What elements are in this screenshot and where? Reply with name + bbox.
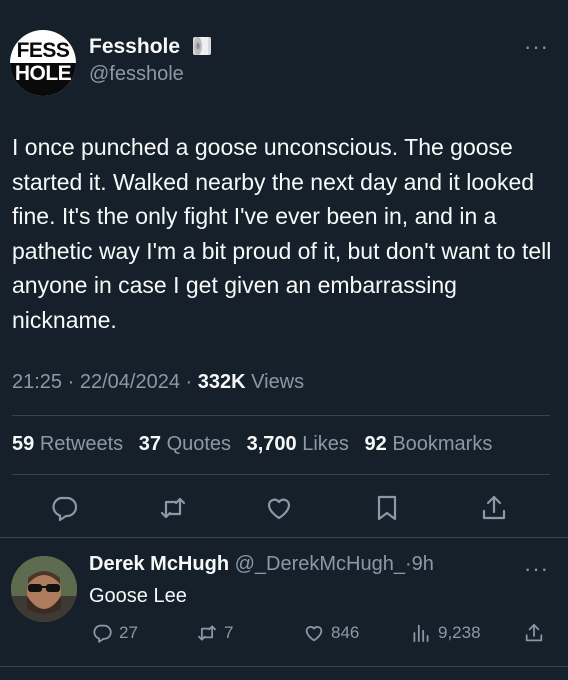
tweet-text: I once punched a goose unconscious. The … — [12, 134, 552, 333]
avatar-text-top: FESS — [16, 39, 70, 62]
meta-separator: · — [185, 371, 193, 393]
author-avatar[interactable]: FESS HOLE — [10, 30, 76, 96]
reply-share-button[interactable] — [523, 622, 545, 644]
reply-retweets-button[interactable]: 7 — [196, 622, 233, 644]
share-icon — [525, 624, 543, 642]
divider — [0, 666, 568, 667]
meta-separator: · — [67, 371, 75, 393]
bookmarks-count: 92 — [364, 433, 387, 455]
likes-label: Likes — [302, 433, 349, 455]
divider — [0, 537, 568, 538]
engagement-stats: 59 Retweets 37 Quotes 3,700 Likes 92 Boo… — [12, 433, 492, 456]
reply-separator: · — [404, 553, 412, 575]
toilet-roll-icon — [190, 34, 214, 58]
likes-count: 3,700 — [246, 433, 297, 455]
like-icon[interactable] — [264, 493, 294, 523]
share-icon[interactable] — [479, 493, 509, 523]
quotes-stat[interactable]: 37 Quotes — [139, 433, 231, 455]
reply-likes-count: 846 — [331, 623, 360, 642]
retweets-count: 59 — [12, 433, 35, 455]
reply-text: Goose Lee — [89, 585, 187, 607]
reply-header: Derek McHugh @_DerekMcHugh_·9h — [89, 553, 434, 576]
tweet-time[interactable]: 21:25 — [12, 371, 62, 393]
quotes-count: 37 — [138, 433, 161, 455]
divider — [12, 415, 550, 416]
retweets-label: Retweets — [39, 433, 124, 455]
bookmark-icon[interactable] — [372, 493, 402, 523]
retweet-icon — [198, 625, 216, 641]
author-name[interactable]: Fesshole — [89, 35, 180, 59]
quotes-label: Quotes — [166, 433, 232, 455]
reply-retweets-count: 7 — [224, 623, 234, 642]
more-options-icon[interactable]: ··· — [524, 34, 549, 60]
reply-author-name[interactable]: Derek McHugh — [89, 553, 229, 575]
bookmarks-label: Bookmarks — [392, 433, 493, 455]
reply-author-handle[interactable]: @_DerekMcHugh_ — [235, 553, 405, 575]
reply-replies-button[interactable]: 27 — [91, 622, 138, 644]
like-icon — [305, 626, 323, 642]
author-handle[interactable]: @fesshole — [89, 63, 184, 86]
bookmarks-stat[interactable]: 92 Bookmarks — [365, 433, 493, 455]
reply-views-button[interactable]: 9,238 — [410, 622, 481, 644]
reply-views-count: 9,238 — [438, 623, 481, 642]
tweet-meta: 21:25 · 22/04/2024 · 332K Views — [12, 371, 304, 394]
retweets-stat[interactable]: 59 Retweets — [12, 433, 123, 455]
reply-icon[interactable] — [49, 493, 79, 523]
reply-likes-button[interactable]: 846 — [303, 622, 359, 644]
reply-more-options-icon[interactable]: ··· — [524, 556, 549, 582]
reply-avatar[interactable] — [11, 556, 77, 622]
reply-age[interactable]: 9h — [412, 553, 434, 575]
views-label: Views — [251, 371, 305, 393]
avatar-text-bottom: HOLE — [14, 62, 72, 85]
reply-replies-count: 27 — [119, 623, 138, 642]
likes-stat[interactable]: 3,700 Likes — [247, 433, 349, 455]
divider — [12, 474, 550, 475]
retweet-icon[interactable] — [158, 493, 188, 523]
tweet-date[interactable]: 22/04/2024 — [80, 371, 180, 393]
views-count: 332K — [197, 371, 246, 393]
reply-icon — [93, 624, 112, 643]
views-chart-icon — [413, 624, 429, 642]
